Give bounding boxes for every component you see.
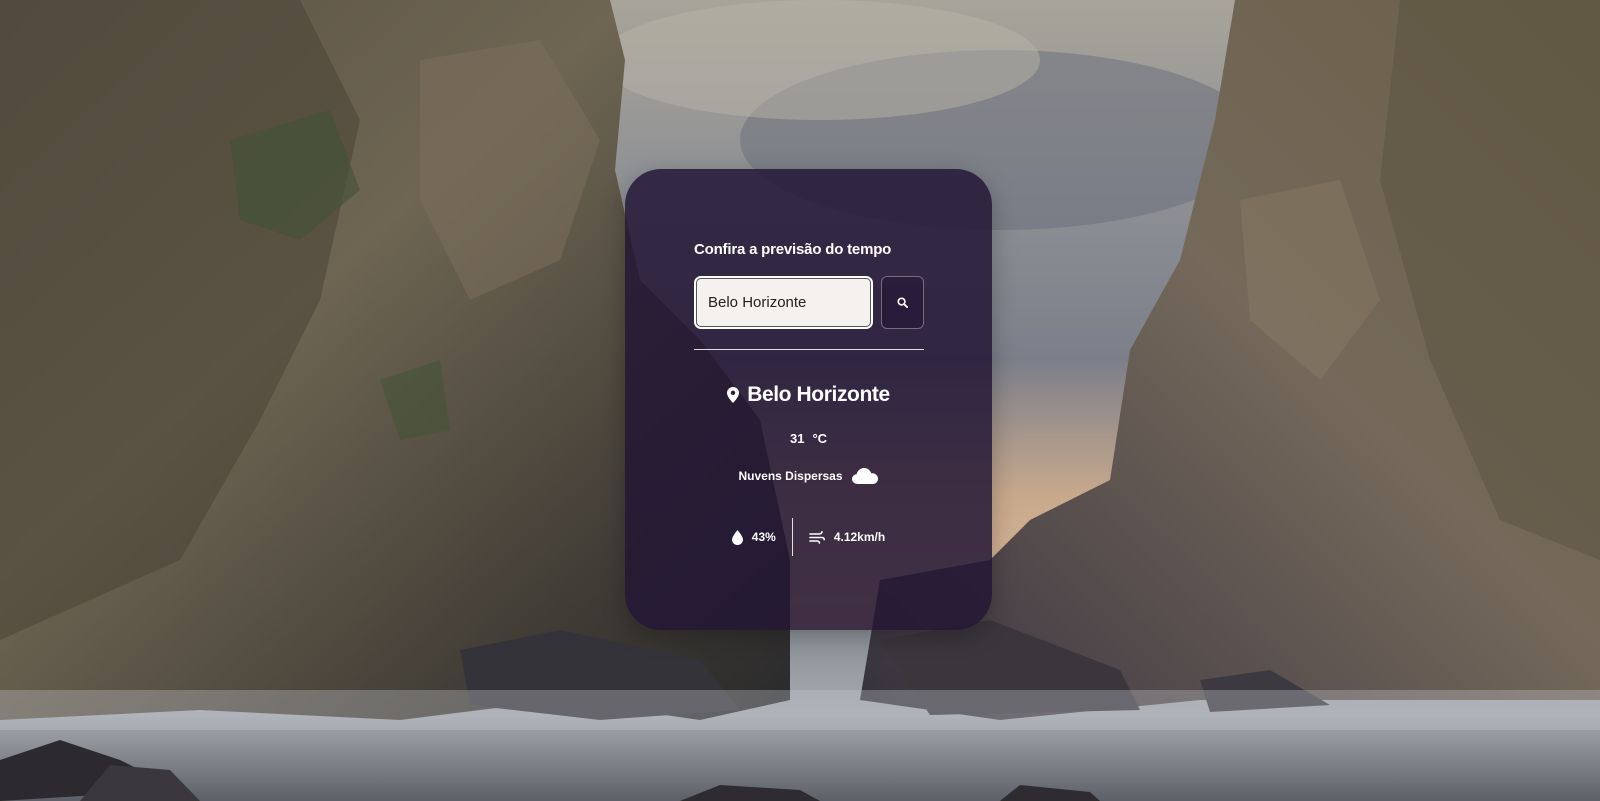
card-title: Confira a previsão do tempo xyxy=(694,241,892,258)
humidity-value: 43% xyxy=(751,530,776,544)
city-heading: Belo Horizonte xyxy=(625,383,992,407)
droplet-icon xyxy=(731,529,743,545)
search-button[interactable] xyxy=(881,276,924,329)
humidity: 43% xyxy=(716,529,792,545)
search-icon xyxy=(897,297,908,308)
temperature: 31 °C xyxy=(625,431,992,446)
weather-details: 43% 4.12km/h xyxy=(625,517,992,557)
divider xyxy=(694,349,924,350)
weather-description: Nuvens Dispersas xyxy=(625,467,992,485)
weather-card: Confira a previsão do tempo Belo Horizon… xyxy=(625,169,992,630)
location-pin-icon xyxy=(727,387,740,403)
wind-value: 4.12km/h xyxy=(833,530,886,544)
description-text: Nuvens Dispersas xyxy=(738,469,843,483)
temperature-value: 31 xyxy=(789,431,805,446)
city-search-input[interactable] xyxy=(694,276,873,329)
city-name: Belo Horizonte xyxy=(747,383,890,406)
wind-icon xyxy=(809,530,825,544)
temperature-unit: °C xyxy=(812,431,828,446)
cloud-icon xyxy=(851,467,879,485)
wind: 4.12km/h xyxy=(793,530,901,544)
search-form xyxy=(694,276,924,331)
